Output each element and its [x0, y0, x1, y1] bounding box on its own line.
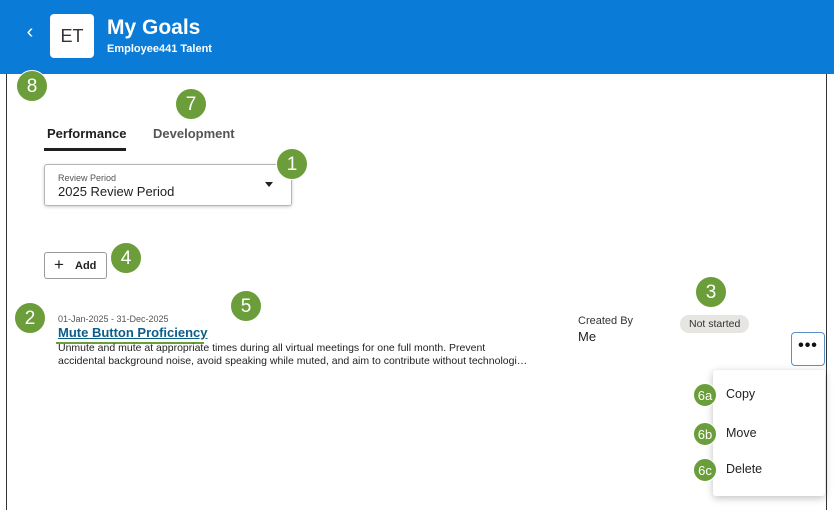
- callout-4: 4: [110, 242, 142, 274]
- caret-down-icon: [265, 182, 273, 187]
- frame-border-left: [6, 74, 7, 510]
- goal-description: Unmute and mute at appropriate times dur…: [58, 342, 578, 368]
- callout-3: 3: [695, 276, 727, 308]
- add-button[interactable]: + Add: [44, 252, 107, 279]
- callout-6a: 6a: [693, 383, 717, 407]
- plus-icon: +: [54, 255, 64, 274]
- review-period-label: Review Period: [58, 173, 117, 183]
- review-period-select[interactable]: Review Period 2025 Review Period: [44, 164, 292, 206]
- page-subtitle: Employee441 Talent: [107, 43, 212, 55]
- chevron-left-icon[interactable]: ‹: [20, 20, 40, 44]
- callout-8: 8: [16, 70, 48, 102]
- goal-description-line-1: Unmute and mute at appropriate times dur…: [58, 342, 486, 354]
- callout-5: 5: [230, 290, 262, 322]
- menu-item-move[interactable]: Move: [726, 426, 757, 440]
- page-title: My Goals: [107, 16, 201, 39]
- created-by-label: Created By: [578, 315, 634, 327]
- avatar: ET: [50, 14, 94, 58]
- callout-2: 2: [14, 302, 46, 334]
- goal-dates: 01-Jan-2025 - 31-Dec-2025: [58, 314, 169, 324]
- more-horizontal-icon: •••: [798, 337, 818, 354]
- page-header: ‹ ET My Goals Employee441 Talent: [0, 0, 834, 74]
- goal-title-link[interactable]: Mute Button Proficiency: [58, 325, 208, 340]
- tab-performance[interactable]: Performance: [47, 126, 126, 141]
- callout-1: 1: [276, 148, 308, 180]
- goal-description-line-2: accidental background noise, avoid speak…: [58, 355, 528, 367]
- add-button-label: Add: [75, 260, 97, 272]
- callout-6b: 6b: [693, 422, 717, 446]
- created-by-value: Me: [578, 329, 597, 344]
- menu-item-copy[interactable]: Copy: [726, 387, 755, 401]
- tab-development[interactable]: Development: [153, 126, 235, 141]
- callout-6c: 6c: [693, 458, 717, 482]
- more-actions-button[interactable]: •••: [791, 332, 825, 366]
- review-period-value: 2025 Review Period: [58, 184, 175, 199]
- active-tab-indicator: [44, 148, 126, 151]
- menu-item-delete[interactable]: Delete: [726, 462, 762, 476]
- callout-7: 7: [175, 88, 207, 120]
- frame-border-right: [826, 74, 827, 510]
- actions-menu: Copy Move Delete: [713, 370, 825, 496]
- status-badge: Not started: [680, 315, 750, 333]
